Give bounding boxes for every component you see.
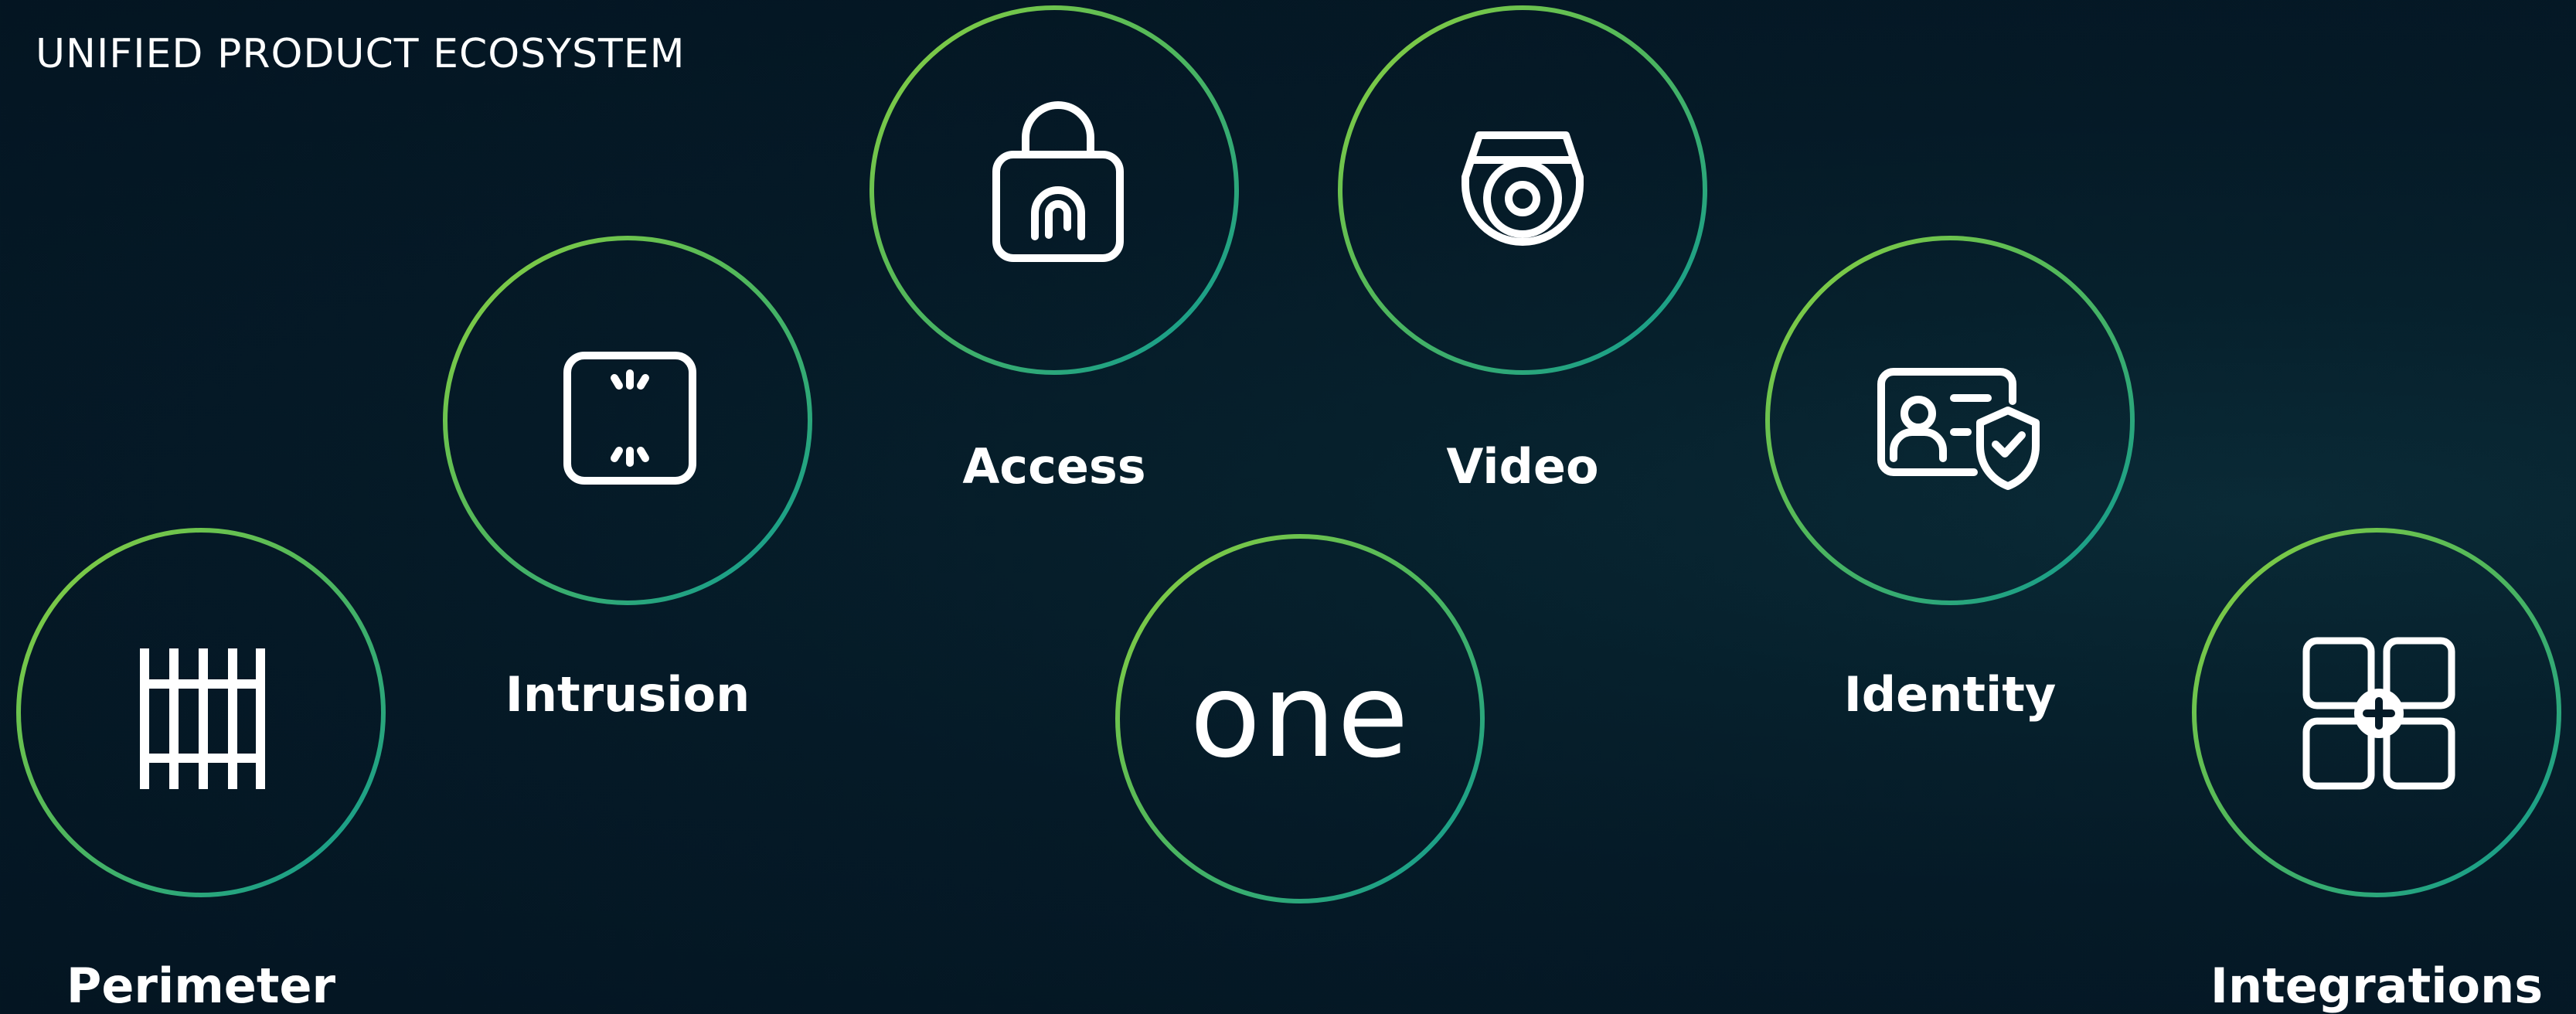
- fence-icon: [140, 648, 265, 789]
- integrations-label: Integrations: [2210, 958, 2544, 1014]
- intrusion-label: Intrusion: [505, 666, 750, 723]
- motion-sensor-icon: [563, 352, 696, 485]
- identity-label: Identity: [1843, 666, 2057, 723]
- perimeter-label: Perimeter: [66, 958, 336, 1014]
- dome-camera-icon: [1462, 131, 1584, 246]
- id-card-shield-icon: [1877, 368, 2040, 490]
- one-logo-text: one: [1189, 649, 1411, 784]
- integrations-grid-icon: [2302, 637, 2455, 790]
- video-label: Video: [1446, 438, 1599, 495]
- fingerprint-lock-icon: [992, 101, 1124, 262]
- integrations-tile[interactable]: Integrations: [2192, 528, 2561, 1014]
- access-tile[interactable]: Access: [869, 5, 1239, 495]
- intrusion-tile[interactable]: Intrusion: [443, 236, 812, 723]
- identity-tile[interactable]: Identity: [1765, 236, 2135, 723]
- one-hub[interactable]: one: [1115, 534, 1485, 903]
- perimeter-tile[interactable]: Perimeter: [16, 528, 386, 1014]
- page-title: UNIFIED PRODUCT ECOSYSTEM: [36, 31, 686, 77]
- access-label: Access: [962, 438, 1146, 495]
- video-tile[interactable]: Video: [1338, 5, 1707, 495]
